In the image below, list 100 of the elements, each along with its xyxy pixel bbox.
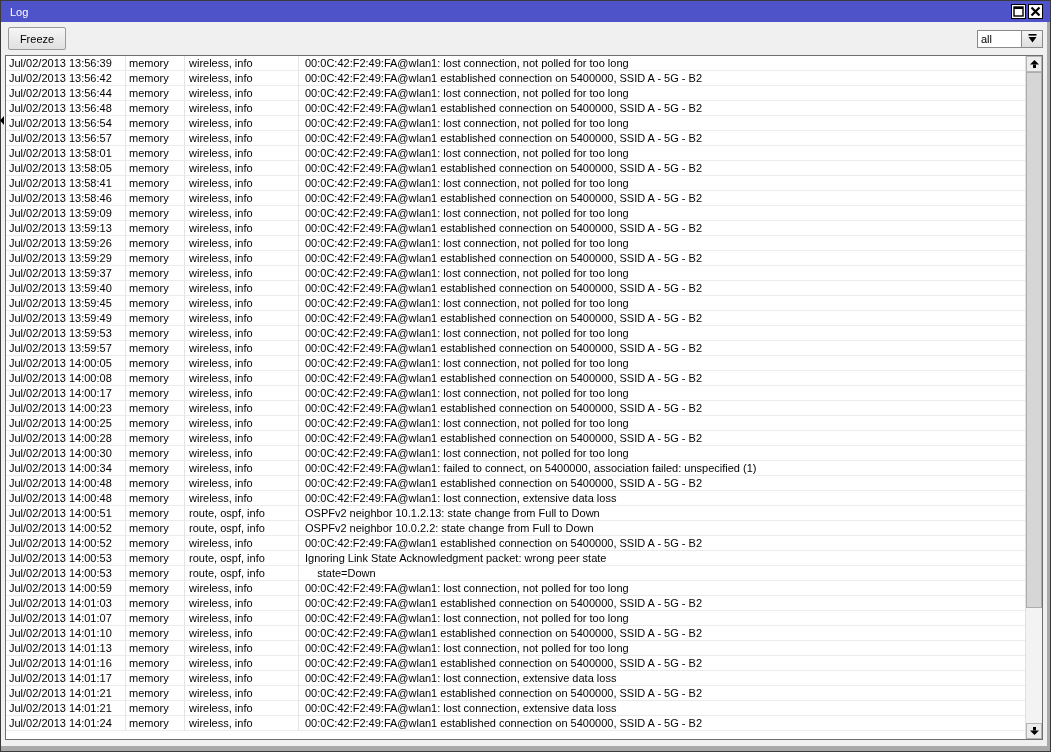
table-cell: Jul/02/2013 14:00:23 <box>6 401 126 416</box>
table-cell: 00:0C:42:F2:49:FA@wlan1: lost connection, not polled for too long <box>299 581 1025 596</box>
table-cell: wireless, info <box>185 401 299 416</box>
scroll-down-button[interactable] <box>1026 723 1042 739</box>
table-cell: 00:0C:42:F2:49:FA@wlan1 established connection on 5400000, SSID A - 5G - B2 <box>299 476 1025 491</box>
table-cell: 00:0C:42:F2:49:FA@wlan1 established connection on 5400000, SSID A - 5G - B2 <box>299 536 1025 551</box>
table-cell: wireless, info <box>185 356 299 371</box>
table-cell: Jul/02/2013 14:00:53 <box>6 566 126 581</box>
table-cell: 00:0C:42:F2:49:FA@wlan1: lost connection, not polled for too long <box>299 146 1025 161</box>
table-cell: Jul/02/2013 14:00:52 <box>6 536 126 551</box>
maximize-button[interactable] <box>1011 4 1026 19</box>
table-cell: 00:0C:42:F2:49:FA@wlan1: lost connection, not polled for too long <box>299 266 1025 281</box>
table-cell: 00:0C:42:F2:49:FA@wlan1 established connection on 5400000, SSID A - 5G - B2 <box>299 221 1025 236</box>
table-cell: wireless, info <box>185 176 299 191</box>
table-cell: wireless, info <box>185 116 299 131</box>
table-cell: 00:0C:42:F2:49:FA@wlan1 established connection on 5400000, SSID A - 5G - B2 <box>299 401 1025 416</box>
table-cell: memory <box>126 56 185 71</box>
table-cell: Jul/02/2013 14:00:28 <box>6 431 126 446</box>
table-cell: Jul/02/2013 13:58:01 <box>6 146 126 161</box>
table-cell: memory <box>126 191 185 206</box>
table-cell: 00:0C:42:F2:49:FA@wlan1: lost connection, not polled for too long <box>299 326 1025 341</box>
table-cell: Jul/02/2013 13:59:40 <box>6 281 126 296</box>
table-cell: wireless, info <box>185 206 299 221</box>
table-cell: 00:0C:42:F2:49:FA@wlan1 established connection on 5400000, SSID A - 5G - B2 <box>299 686 1025 701</box>
table-cell: 00:0C:42:F2:49:FA@wlan1 established connection on 5400000, SSID A - 5G - B2 <box>299 716 1025 731</box>
table-cell: wireless, info <box>185 191 299 206</box>
table-cell: Jul/02/2013 14:00:34 <box>6 461 126 476</box>
table-cell: wireless, info <box>185 416 299 431</box>
table-cell: Jul/02/2013 13:56:39 <box>6 56 126 71</box>
table-cell: wireless, info <box>185 476 299 491</box>
table-cell: wireless, info <box>185 281 299 296</box>
table-cell: memory <box>126 146 185 161</box>
table-cell: Jul/02/2013 13:56:57 <box>6 131 126 146</box>
table-cell: memory <box>126 656 185 671</box>
table-cell: 00:0C:42:F2:49:FA@wlan1 established connection on 5400000, SSID A - 5G - B2 <box>299 311 1025 326</box>
close-button[interactable] <box>1028 4 1043 19</box>
table-cell: memory <box>126 311 185 326</box>
table-cell: memory <box>126 221 185 236</box>
table-cell: Jul/02/2013 14:01:24 <box>6 716 126 731</box>
maximize-icon <box>1013 6 1024 17</box>
table-cell: 00:0C:42:F2:49:FA@wlan1 established connection on 5400000, SSID A - 5G - B2 <box>299 251 1025 266</box>
table-cell: Jul/02/2013 14:01:21 <box>6 686 126 701</box>
dropdown-button[interactable] <box>1021 29 1043 48</box>
table-cell: 00:0C:42:F2:49:FA@wlan1: lost connection, not polled for too long <box>299 116 1025 131</box>
table-cell: Jul/02/2013 13:59:49 <box>6 311 126 326</box>
table-cell: 00:0C:42:F2:49:FA@wlan1 established connection on 5400000, SSID A - 5G - B2 <box>299 191 1025 206</box>
table-cell: 00:0C:42:F2:49:FA@wlan1: lost connection, extensive data loss <box>299 701 1025 716</box>
table-cell: Jul/02/2013 13:59:37 <box>6 266 126 281</box>
window-title: Log <box>10 5 29 18</box>
table-cell: memory <box>126 251 185 266</box>
table-cell: Jul/02/2013 14:01:17 <box>6 671 126 686</box>
table-cell: 00:0C:42:F2:49:FA@wlan1 established connection on 5400000, SSID A - 5G - B2 <box>299 431 1025 446</box>
table-cell: wireless, info <box>185 581 299 596</box>
table-cell: memory <box>126 416 185 431</box>
table-cell: OSPFv2 neighbor 10.1.2.13: state change from Full to Down <box>299 506 1025 521</box>
table-cell: wireless, info <box>185 131 299 146</box>
table-cell: memory <box>126 356 185 371</box>
table-cell: 00:0C:42:F2:49:FA@wlan1 established connection on 5400000, SSID A - 5G - B2 <box>299 341 1025 356</box>
table-cell: memory <box>126 206 185 221</box>
filter-field[interactable]: all <box>977 29 1021 48</box>
table-cell: memory <box>126 176 185 191</box>
table-cell: Jul/02/2013 14:01:07 <box>6 611 126 626</box>
scrollbar-thumb[interactable] <box>1026 72 1042 608</box>
table-cell: 00:0C:42:F2:49:FA@wlan1: lost connection, not polled for too long <box>299 641 1025 656</box>
table-cell: wireless, info <box>185 716 299 731</box>
table-cell: 00:0C:42:F2:49:FA@wlan1 established connection on 5400000, SSID A - 5G - B2 <box>299 371 1025 386</box>
table-cell: 00:0C:42:F2:49:FA@wlan1: lost connection, extensive data loss <box>299 671 1025 686</box>
table-cell: 00:0C:42:F2:49:FA@wlan1 established connection on 5400000, SSID A - 5G - B2 <box>299 596 1025 611</box>
table-cell: 00:0C:42:F2:49:FA@wlan1: lost connection, not polled for too long <box>299 176 1025 191</box>
scroll-up-button[interactable] <box>1026 56 1042 72</box>
table-cell: wireless, info <box>185 251 299 266</box>
table-cell: memory <box>126 566 185 581</box>
table-cell: memory <box>126 626 185 641</box>
table-cell: wireless, info <box>185 101 299 116</box>
table-cell: Jul/02/2013 14:00:08 <box>6 371 126 386</box>
table-cell: 00:0C:42:F2:49:FA@wlan1: lost connection, not polled for too long <box>299 386 1025 401</box>
table-cell: route, ospf, info <box>185 551 299 566</box>
freeze-button[interactable]: Freeze <box>8 27 66 50</box>
table-cell: memory <box>126 401 185 416</box>
table-cell: wireless, info <box>185 146 299 161</box>
table-cell: Jul/02/2013 14:00:25 <box>6 416 126 431</box>
table-cell: memory <box>126 71 185 86</box>
table-cell: memory <box>126 491 185 506</box>
table-cell: wireless, info <box>185 56 299 71</box>
table-cell: 00:0C:42:F2:49:FA@wlan1: lost connection, not polled for too long <box>299 416 1025 431</box>
left-arrow-icon <box>0 116 4 125</box>
table-cell: wireless, info <box>185 461 299 476</box>
table-cell: Jul/02/2013 14:00:30 <box>6 446 126 461</box>
table-cell: memory <box>126 686 185 701</box>
table-cell: memory <box>126 596 185 611</box>
table-cell: Jul/02/2013 13:56:48 <box>6 101 126 116</box>
table-cell: Jul/02/2013 13:56:44 <box>6 86 126 101</box>
table-cell: memory <box>126 581 185 596</box>
table-cell: memory <box>126 296 185 311</box>
table-cell: 00:0C:42:F2:49:FA@wlan1: lost connection, not polled for too long <box>299 56 1025 71</box>
table-cell: 00:0C:42:F2:49:FA@wlan1: lost connection, not polled for too long <box>299 86 1025 101</box>
table-cell: memory <box>126 161 185 176</box>
table-cell: wireless, info <box>185 596 299 611</box>
table-cell: memory <box>126 506 185 521</box>
table-cell: wireless, info <box>185 431 299 446</box>
